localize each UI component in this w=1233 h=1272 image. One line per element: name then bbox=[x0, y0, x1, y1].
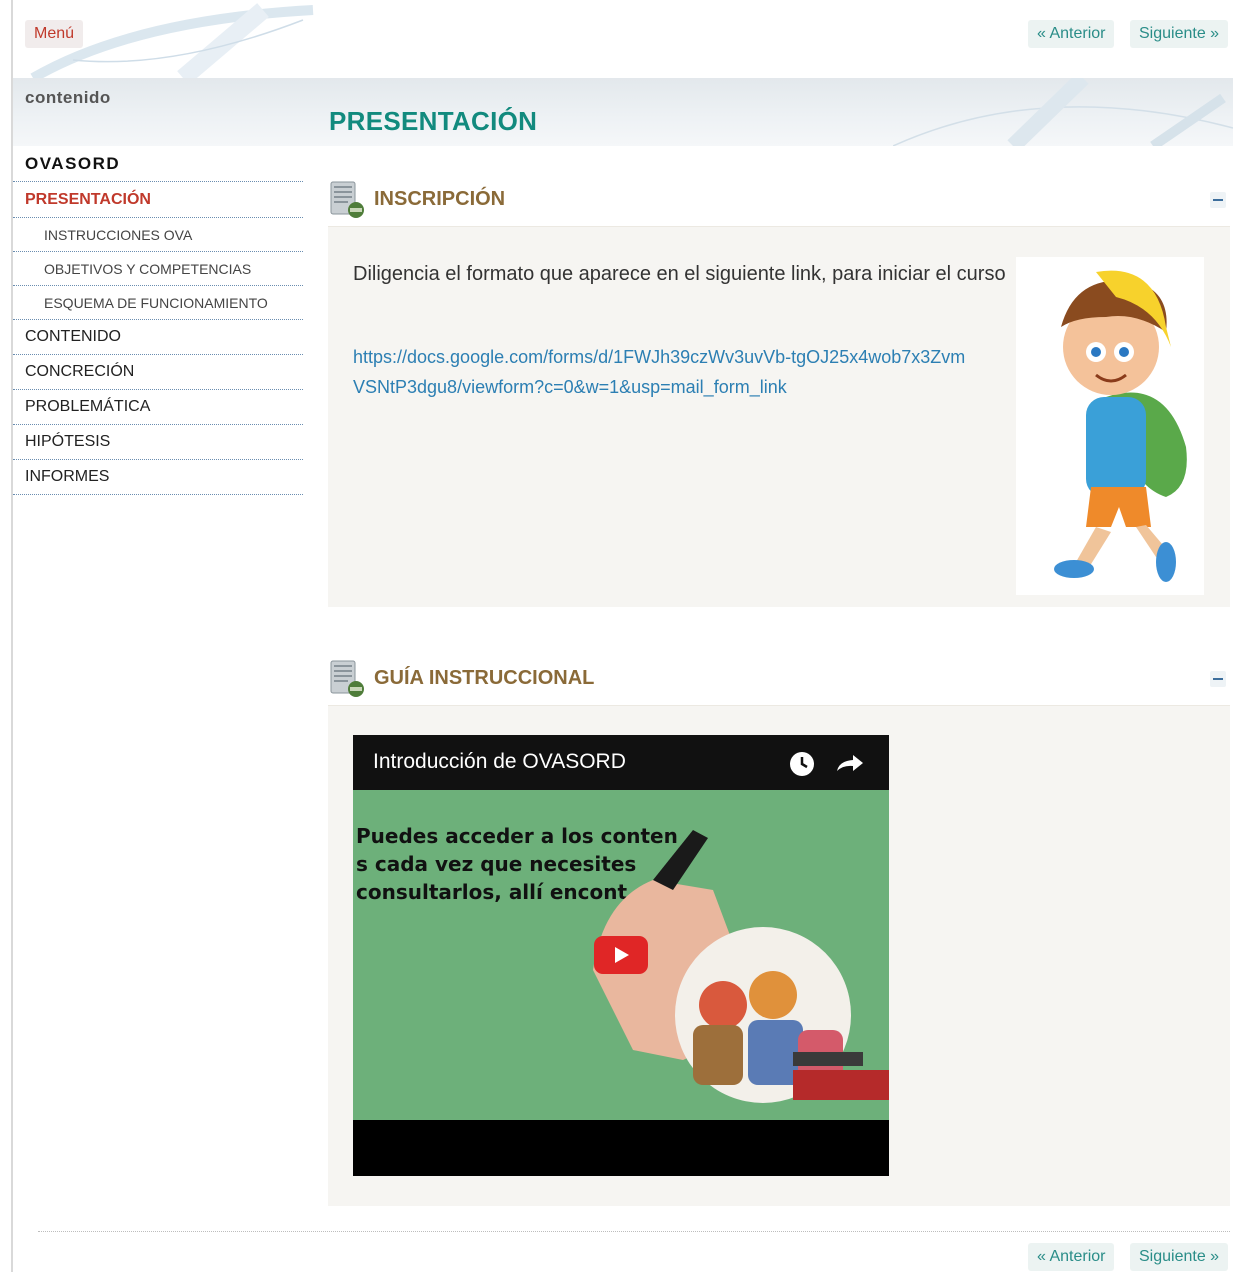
section-inscripcion-title: INSCRIPCIÓN bbox=[374, 188, 506, 210]
inscripcion-form-link[interactable]: https://docs.google.com/forms/d/1FWJh39c… bbox=[353, 342, 973, 402]
video-title-bar: Introducción de OVASORD bbox=[353, 735, 889, 790]
video-actions bbox=[789, 751, 869, 782]
sidebar-item-instrucciones[interactable]: INSTRUCCIONES OVA bbox=[13, 218, 303, 252]
student-illustration bbox=[1016, 257, 1204, 595]
clock-icon[interactable] bbox=[790, 752, 814, 776]
section-inscripcion-header: INSCRIPCIÓN bbox=[329, 180, 1230, 225]
collapse-icon[interactable] bbox=[1210, 671, 1226, 687]
sidebar-item-contenido[interactable]: CONTENIDO bbox=[13, 320, 303, 355]
section-inscripcion-panel: Diligencia el formato que aparece en el … bbox=[328, 226, 1230, 607]
sidebar-item-concrecion[interactable]: CONCRECIÓN bbox=[13, 355, 303, 390]
menu-button[interactable]: Menú bbox=[25, 20, 84, 48]
video-title[interactable]: Introducción de OVASORD bbox=[373, 750, 626, 774]
previous-button[interactable]: « Anterior bbox=[1028, 20, 1115, 48]
sidebar-item-hipotesis[interactable]: HIPÓTESIS bbox=[13, 425, 303, 460]
title-swoosh-decoration bbox=[893, 78, 1233, 146]
share-icon[interactable] bbox=[837, 755, 863, 771]
sidebar-item-esquema[interactable]: ESQUEMA DE FUNCIONAMIENTO bbox=[13, 286, 303, 320]
section-guia-header: GUÍA INSTRUCCIONAL bbox=[329, 659, 1230, 704]
bottom-divider bbox=[38, 1231, 1230, 1232]
collapse-icon[interactable] bbox=[1210, 192, 1226, 208]
sidebar-item-informes[interactable]: INFORMES bbox=[13, 460, 303, 495]
next-button-bottom[interactable]: Siguiente » bbox=[1130, 1243, 1229, 1271]
sidebar-item-problematica[interactable]: PROBLEMÁTICA bbox=[13, 390, 303, 425]
inscripcion-instruction: Diligencia el formato que aparece en el … bbox=[353, 263, 1006, 285]
sidebar-item-presentacion[interactable]: PRESENTACIÓN bbox=[13, 182, 303, 218]
page-title: PRESENTACIÓN bbox=[329, 106, 538, 136]
section-guia-panel: Introducción de OVASORD Puedes acceder a… bbox=[328, 705, 1230, 1206]
sidebar-nav: OVASORD PRESENTACIÓN INSTRUCCIONES OVA O… bbox=[13, 146, 303, 495]
video-player[interactable]: Introducción de OVASORD Puedes acceder a… bbox=[353, 735, 889, 1176]
sidebar-item-objetivos[interactable]: OBJETIVOS Y COMPETENCIAS bbox=[13, 252, 303, 286]
sidebar-item-ovasord[interactable]: OVASORD bbox=[13, 146, 303, 182]
video-thumbnail: Puedes acceder a los conten s cada vez q… bbox=[353, 790, 889, 1120]
notebook-icon bbox=[330, 181, 364, 218]
sidebar-title: contenido bbox=[25, 88, 111, 107]
notebook-icon bbox=[330, 660, 364, 697]
previous-button-bottom[interactable]: « Anterior bbox=[1028, 1243, 1115, 1271]
play-icon[interactable] bbox=[594, 936, 648, 974]
title-band bbox=[13, 78, 1233, 146]
next-button[interactable]: Siguiente » bbox=[1130, 20, 1229, 48]
section-guia-title: GUÍA INSTRUCCIONAL bbox=[374, 667, 595, 689]
